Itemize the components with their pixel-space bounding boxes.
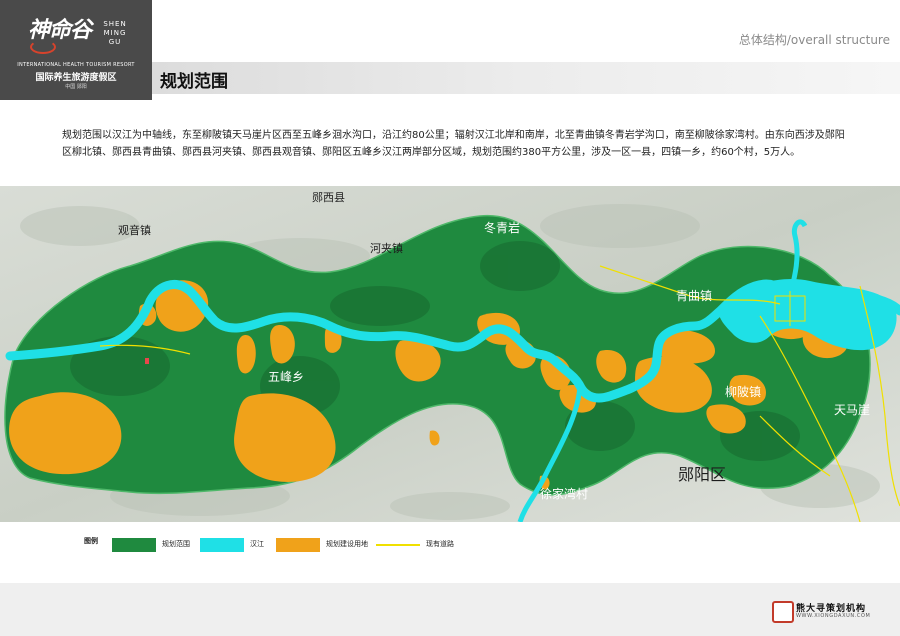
logo-en-line-1: SHEN (103, 20, 127, 28)
description-text: 规划范围以汉江为中轴线，东至柳陂镇天马崖片区西至五峰乡洄水沟口，沿江约80公里；… (62, 130, 845, 158)
brand-location: 中国 郧阳 (65, 84, 87, 90)
legend-label-planning-area: 规划范围 (162, 540, 190, 548)
company-seal-icon (772, 601, 794, 623)
label-guanyin-town: 观音镇 (118, 223, 151, 237)
planning-map: 郧西县 观音镇 河夹镇 郧阳区 冬青岩 青曲镇 五峰乡 柳陂镇 天马崖 徐家湾村 (0, 186, 900, 522)
footer-company-url: WWW.XIONGDAXUN.COM (796, 613, 871, 619)
label-yunyang-district: 郧阳区 (678, 466, 726, 484)
label-dongqingyan: 冬青岩 (484, 220, 520, 235)
label-liubei-town: 柳陂镇 (725, 384, 761, 399)
logo-en-line-2: MING (103, 29, 127, 37)
footer-bar (0, 583, 900, 636)
legend-label-construction-land: 规划建设用地 (326, 540, 368, 548)
legend-swatch-river (200, 538, 244, 552)
logo-swirl-icon (30, 40, 56, 54)
brand-logo-en: SHEN MING GU (100, 20, 130, 47)
logo-en-line-3: GU (108, 38, 122, 46)
title-bar: 规划范围 (152, 62, 900, 94)
label-wufeng-township: 五峰乡 (268, 370, 304, 384)
legend-label-river: 汉江 (250, 540, 264, 548)
brand-tagline-cn: 国际养生旅游度假区 (35, 73, 117, 83)
legend-swatch-road (376, 544, 420, 546)
section-label: 总体结构/overall structure (738, 33, 890, 47)
label-xujiawan-village: 徐家湾村 (540, 486, 588, 501)
brand-logo: 神命谷 SHEN MING GU INTERNATIONAL HEALTH TO… (0, 0, 152, 100)
label-hejia-town: 河夹镇 (370, 241, 403, 255)
legend-swatch-planning-area (112, 538, 156, 552)
label-yunxi-county: 郧西县 (312, 191, 345, 204)
map-legend: 图例 规划范围 汉江 规划建设用地 现有道路 (0, 528, 900, 558)
page-title: 规划范围 (160, 72, 228, 92)
legend-title: 图例 (84, 537, 98, 545)
brand-tagline-en: INTERNATIONAL HEALTH TOURISM RESORT (17, 62, 135, 68)
label-tianmaya: 天马崖 (834, 403, 870, 417)
location-marker-icon (145, 358, 149, 364)
legend-swatch-construction-land (276, 538, 320, 552)
legend-label-road: 现有道路 (426, 540, 454, 548)
label-qingqu-town: 青曲镇 (676, 289, 712, 303)
